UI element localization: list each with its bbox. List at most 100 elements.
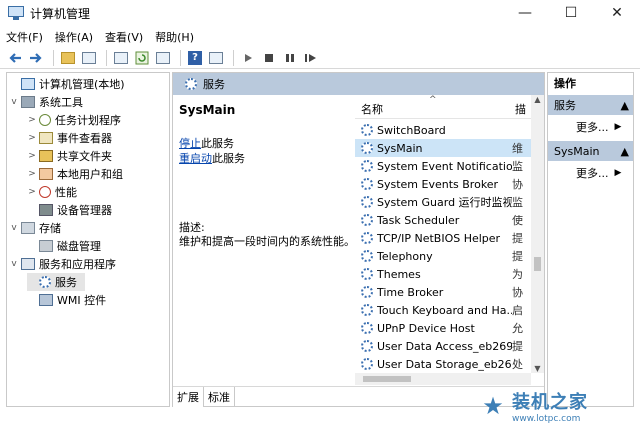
menu-file[interactable]: 文件(F): [6, 29, 43, 45]
tab-extended[interactable]: 扩展: [173, 387, 204, 407]
tree-item-wmi-control[interactable]: WMI 控件: [27, 291, 106, 309]
column-header-description[interactable]: 描: [515, 101, 526, 117]
scroll-up-icon[interactable]: ▲: [531, 95, 544, 104]
actions-section-sysmain[interactable]: SysMain ▲: [548, 141, 633, 161]
service-description: 协: [511, 286, 523, 299]
service-description: 为: [511, 268, 523, 281]
performance-icon: [39, 186, 51, 198]
collapse-icon[interactable]: v: [9, 97, 19, 107]
service-row[interactable]: Task Scheduler 使: [355, 211, 531, 229]
service-row[interactable]: System Event Notification...监: [355, 157, 531, 175]
tree-item-storage[interactable]: v 存储: [9, 219, 61, 237]
tree-item-local-users[interactable]: > 本地用户和组: [27, 165, 123, 183]
service-name: System Event Notification...: [377, 159, 512, 173]
service-row[interactable]: TCP/IP NetBIOS Helper 提: [355, 229, 531, 247]
service-row[interactable]: User Data Storage_eb26... 处: [355, 355, 531, 373]
actions-title: 操作: [554, 77, 576, 90]
tree-item-disk-management[interactable]: 磁盘管理: [27, 237, 101, 255]
sort-ascending-icon: ^: [429, 95, 437, 105]
service-name: Task Scheduler: [377, 213, 460, 227]
service-row[interactable]: User Data Access_eb269a6提: [355, 337, 531, 355]
collapse-up-icon[interactable]: ▲: [621, 145, 629, 158]
gear-icon: [361, 358, 373, 370]
tree-item-services-and-apps[interactable]: v 服务和应用程序: [9, 255, 116, 273]
more-actions-label: 更多...: [576, 167, 609, 180]
tree-item-device-manager[interactable]: 设备管理器: [27, 201, 112, 219]
play-icon[interactable]: [239, 49, 257, 67]
service-name: System Guard 运行时监视...: [377, 196, 512, 209]
menu-view[interactable]: 查看(V): [105, 29, 143, 45]
more-actions-services[interactable]: 更多... ▶: [576, 119, 621, 135]
column-header-name[interactable]: 名称: [361, 101, 383, 117]
expand-icon[interactable]: >: [27, 187, 37, 197]
up-folder-icon[interactable]: [59, 49, 77, 67]
disk-icon: [39, 240, 53, 252]
collapse-icon[interactable]: v: [9, 259, 19, 269]
menu-help[interactable]: 帮助(H): [155, 29, 194, 45]
service-row[interactable]: UPnP Device Host 允: [355, 319, 531, 337]
expand-icon[interactable]: >: [27, 115, 37, 125]
toolbar-separator: [53, 49, 54, 66]
service-name: System Events Broker: [377, 177, 499, 191]
tree-item-label: 系统工具: [39, 96, 83, 109]
actions-pane: 操作 服务 ▲ 更多... ▶ SysMain ▲ 更多... ▶: [547, 72, 634, 407]
tree-item-computer-management[interactable]: 计算机管理(本地): [9, 75, 125, 93]
back-icon[interactable]: [6, 49, 24, 67]
collapse-icon[interactable]: v: [9, 223, 19, 233]
show-tree-icon[interactable]: [80, 49, 98, 67]
service-row[interactable]: Telephony 提: [355, 247, 531, 265]
restart-service-suffix: 此服务: [212, 152, 245, 165]
close-button[interactable]: ✕: [594, 0, 640, 26]
menu-action[interactable]: 操作(A): [55, 29, 93, 45]
minimize-button[interactable]: —: [502, 0, 548, 26]
restart-icon[interactable]: [302, 49, 320, 67]
stop-icon[interactable]: [260, 49, 278, 67]
help-icon[interactable]: ?: [186, 49, 204, 67]
console-icon[interactable]: [207, 49, 225, 67]
watermark-url: www.lotpc.com: [512, 414, 581, 424]
more-actions-sysmain[interactable]: 更多... ▶: [576, 165, 621, 181]
tree-item-system-tools[interactable]: v 系统工具: [9, 93, 83, 111]
service-description: 允: [511, 322, 523, 335]
expand-icon[interactable]: >: [27, 169, 37, 179]
export-icon[interactable]: [154, 49, 172, 67]
scroll-down-icon[interactable]: ▼: [531, 364, 544, 373]
refresh-icon[interactable]: [133, 49, 151, 67]
tree-item-event-viewer[interactable]: > 事件查看器: [27, 129, 112, 147]
tree-item-shared-folders[interactable]: > 共享文件夹: [27, 147, 112, 165]
stop-service-link[interactable]: 停止: [179, 137, 201, 150]
vertical-scrollbar[interactable]: ▲ ▼: [531, 95, 544, 373]
service-row[interactable]: Touch Keyboard and Ha... 启: [355, 301, 531, 319]
tree-item-task-scheduler[interactable]: > 任务计划程序: [27, 111, 121, 129]
tree-item-services[interactable]: 服务: [27, 273, 85, 291]
expand-icon[interactable]: >: [27, 133, 37, 143]
actions-section-services[interactable]: 服务 ▲: [548, 95, 633, 115]
tree-item-performance[interactable]: > 性能: [27, 183, 77, 201]
service-row[interactable]: SwitchBoard: [355, 121, 531, 139]
restart-service-link[interactable]: 重启动: [179, 152, 212, 165]
service-row[interactable]: SysMain 维: [355, 139, 531, 157]
service-row[interactable]: Themes 为: [355, 265, 531, 283]
service-row[interactable]: System Guard 运行时监视... 监: [355, 193, 531, 211]
tab-standard[interactable]: 标准: [204, 387, 235, 407]
expand-icon[interactable]: >: [27, 151, 37, 161]
service-description: 协: [511, 178, 523, 191]
gear-icon: [361, 250, 373, 262]
pause-icon[interactable]: [281, 49, 299, 67]
service-name: UPnP Device Host: [377, 321, 475, 335]
maximize-button[interactable]: ☐: [548, 0, 594, 26]
services-header: 服务: [173, 73, 544, 95]
properties-icon[interactable]: [112, 49, 130, 67]
service-row[interactable]: Time Broker 协: [355, 283, 531, 301]
forward-icon[interactable]: [27, 49, 45, 67]
tree-item-label: 服务: [55, 276, 77, 289]
collapse-up-icon[interactable]: ▲: [621, 99, 629, 112]
service-description: 使: [511, 214, 523, 227]
device-icon: [39, 204, 53, 216]
gear-icon: [361, 196, 373, 208]
service-row[interactable]: System Events Broker 协: [355, 175, 531, 193]
actions-section-label: SysMain: [554, 144, 600, 158]
scrollbar-thumb[interactable]: [363, 376, 411, 382]
toolbar: ?: [0, 47, 640, 69]
scrollbar-thumb[interactable]: [534, 257, 541, 271]
